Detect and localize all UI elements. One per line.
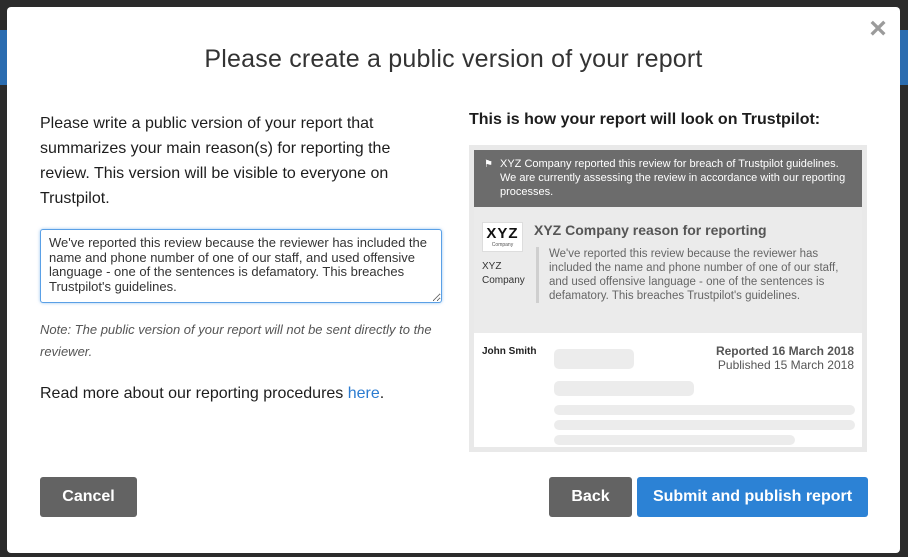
here-link[interactable]: here (348, 385, 380, 402)
intro-text: Please write a public version of your re… (40, 115, 391, 207)
placeholder-line (554, 420, 855, 430)
public-report-textarea[interactable] (40, 229, 442, 303)
placeholder-line (554, 435, 795, 445)
placeholder-title (554, 381, 694, 396)
read-more: Read more about our reporting procedures… (40, 385, 384, 403)
published-date: Published 15 March 2018 (717, 358, 854, 372)
reviewer-name: John Smith (482, 346, 537, 357)
preview-card: ⚑ XYZ Company reported this review for b… (474, 150, 862, 447)
cancel-button[interactable]: Cancel (40, 477, 137, 517)
logo-text: XYZ (486, 225, 519, 242)
dialog-title: Please create a public version of your r… (204, 45, 703, 73)
report-dialog: × Please create a public version of your… (7, 7, 900, 553)
company-name: XYZ Company (482, 260, 525, 288)
preview-heading: This is how your report will look on Tru… (469, 111, 821, 128)
company-name-line1: XYZ (482, 261, 502, 272)
company-name-line2: Company (482, 275, 525, 286)
submit-publish-button[interactable]: Submit and publish report (637, 477, 868, 517)
logo-subtext: Company (491, 242, 514, 248)
reported-date: Reported 16 March 2018 (715, 344, 854, 358)
reason-text: We've reported this review because the r… (536, 247, 849, 303)
back-button[interactable]: Back (549, 477, 632, 517)
banner-text: XYZ Company reported this review for bre… (500, 158, 846, 198)
flag-icon: ⚑ (484, 159, 493, 170)
placeholder-stars (554, 349, 634, 369)
company-reason: XYZ Company XYZ Company XYZ Company reas… (474, 207, 862, 333)
close-icon[interactable]: × (866, 14, 890, 44)
company-logo: XYZ Company (482, 222, 523, 252)
report-banner: ⚑ XYZ Company reported this review for b… (474, 150, 862, 207)
preview-panel: ⚑ XYZ Company reported this review for b… (469, 145, 867, 452)
placeholder-line (554, 405, 855, 415)
reason-title: XYZ Company reason for reporting (534, 222, 767, 238)
read-more-suffix: . (379, 385, 385, 402)
read-more-text: Read more about our reporting procedures (40, 385, 348, 402)
instructions: Please write a public version of your re… (40, 111, 440, 211)
note-text: Note: The public version of your report … (40, 322, 432, 359)
